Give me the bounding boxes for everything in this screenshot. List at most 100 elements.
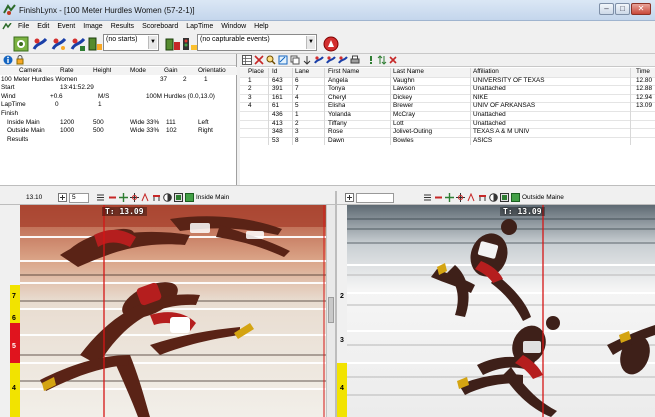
lane-label-4: 4 (12, 385, 16, 392)
image-icon[interactable] (174, 193, 183, 202)
runner-results-icon[interactable] (69, 35, 86, 51)
table-row[interactable] (240, 85, 655, 94)
scroll-thumb[interactable] (328, 297, 334, 323)
menu-scoreboard[interactable]: Scoreboard (138, 23, 182, 30)
camera-inside-name[interactable]: Inside Main (7, 119, 40, 128)
delete-runner-icon[interactable] (388, 55, 398, 65)
hurdle-icon[interactable] (152, 193, 161, 202)
sort-icon[interactable] (302, 55, 312, 65)
laptime-value-2[interactable]: 1 (98, 101, 102, 110)
edit-icon[interactable] (278, 55, 288, 65)
emergency-stop-icon[interactable] (322, 35, 339, 52)
results-col-last-name[interactable]: Last Name (393, 68, 424, 77)
results-col-time[interactable]: Time (636, 68, 650, 77)
list-icon[interactable] (96, 193, 105, 202)
result-first: Angela (328, 76, 348, 84)
table-row[interactable] (240, 128, 655, 137)
menu-window[interactable]: Window (217, 23, 250, 30)
table-row[interactable] (240, 111, 655, 120)
camera-outside-name[interactable]: Outside Main (7, 127, 45, 136)
print-icon[interactable] (350, 55, 360, 65)
menu-help[interactable]: Help (250, 23, 272, 30)
result-id: 53 (272, 136, 280, 144)
table-row[interactable] (240, 77, 655, 86)
clear-icon[interactable] (254, 55, 264, 65)
info-icon[interactable] (3, 55, 13, 65)
runner-capture-icon[interactable] (50, 35, 67, 51)
camera-select-icon[interactable] (511, 193, 520, 202)
camera-select-icon[interactable] (185, 193, 194, 202)
result-first: Tonya (328, 85, 346, 93)
table-row[interactable] (240, 94, 655, 103)
capture-settings-icon[interactable] (12, 35, 29, 52)
table-row[interactable] (240, 102, 655, 111)
camera-arm-icon[interactable] (164, 35, 180, 51)
left-time-field[interactable]: 13.10 (26, 194, 42, 201)
results-col-lane[interactable]: Lane (295, 68, 309, 77)
results-col-first-name[interactable]: First Name (328, 68, 359, 77)
table-row[interactable] (240, 120, 655, 129)
hurdle-icon[interactable] (478, 193, 487, 202)
menu-event[interactable]: Event (53, 23, 79, 30)
runner-mark-icon[interactable] (467, 193, 476, 202)
start-label: Start (1, 84, 15, 92)
minus-icon[interactable] (434, 193, 443, 202)
copy-icon[interactable] (290, 55, 300, 65)
right-finish-image[interactable] (347, 205, 655, 417)
grid-icon[interactable] (242, 55, 252, 65)
result-id: 348 (272, 128, 283, 136)
exclamation-icon[interactable] (366, 55, 376, 65)
start-sensor-icon[interactable] (86, 35, 102, 51)
menu-file[interactable]: File (14, 23, 33, 30)
runner-add-icon[interactable] (326, 55, 336, 65)
capture-select[interactable]: (no capturable events) ▼ (197, 34, 317, 51)
cross-icon[interactable] (456, 193, 465, 202)
start-value[interactable]: 13:41:52.29 (60, 84, 94, 93)
zoom-icon[interactable] (58, 193, 67, 202)
results-col-affiliation[interactable]: Affiliation (473, 68, 499, 77)
menu-edit[interactable]: Edit (33, 23, 53, 30)
list-icon[interactable] (423, 193, 432, 202)
left-finish-image[interactable] (20, 205, 326, 417)
left-timestamp: T: 13.09 (102, 207, 147, 216)
left-vertical-scrollbar[interactable] (326, 205, 335, 417)
document-menu-icon[interactable] (2, 22, 12, 31)
runner-mark-icon[interactable] (141, 193, 150, 202)
laptime-value[interactable]: 0 (55, 101, 59, 110)
minus-icon[interactable] (108, 193, 117, 202)
crosshair-icon[interactable] (445, 193, 454, 202)
runner-icon[interactable] (314, 55, 324, 65)
menu-laptime[interactable]: LapTime (182, 23, 217, 30)
menu-results[interactable]: Results (107, 23, 138, 30)
contrast-icon[interactable] (163, 193, 172, 202)
runner-remove-icon[interactable] (338, 55, 348, 65)
start-select[interactable]: (no starts) ▼ (103, 34, 159, 51)
cross-icon[interactable] (130, 193, 139, 202)
maximize-button[interactable]: □ (615, 3, 630, 15)
crosshair-icon[interactable] (119, 193, 128, 202)
arrows-icon[interactable] (377, 55, 387, 65)
table-row[interactable] (240, 137, 655, 146)
camera-inside-rate: 1200 (60, 118, 75, 126)
left-zoom-input[interactable]: 5 (69, 193, 89, 203)
search-icon[interactable] (266, 55, 276, 65)
camera-inside-orientation: Left (198, 118, 209, 126)
menu-image[interactable]: Image (79, 23, 106, 30)
laptime-label: LapTime (1, 101, 26, 109)
result-lane: 7 (295, 85, 299, 93)
contrast-icon[interactable] (489, 193, 498, 202)
zoom-icon[interactable] (345, 193, 354, 202)
minimize-button[interactable]: – (599, 3, 614, 15)
image-icon[interactable] (500, 193, 509, 202)
wind-value[interactable]: +0.6 (50, 93, 63, 102)
camera-status-icon[interactable] (181, 35, 197, 51)
right-zoom-input[interactable] (356, 193, 394, 203)
close-button[interactable]: ✕ (631, 3, 651, 15)
lock-icon[interactable] (15, 55, 25, 65)
menu-bar: File Edit Event Image Results Scoreboard… (0, 21, 655, 32)
event-name[interactable]: 100 Meter Hurdles Women (1, 76, 77, 85)
results-col-id[interactable]: Id (272, 68, 277, 77)
results-label: Results (7, 135, 29, 143)
results-col-place[interactable]: Place (248, 68, 264, 77)
runner-start-icon[interactable] (31, 35, 48, 51)
